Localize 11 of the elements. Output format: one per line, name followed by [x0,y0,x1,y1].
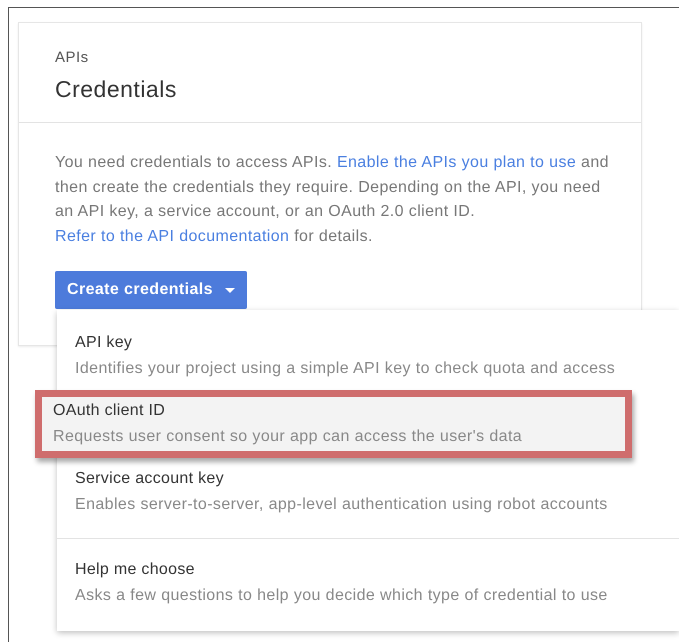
menu-item[interactable]: OAuth client ID Requests user consent so your app can access the user's data [42,397,625,451]
caret-icon [224,288,235,292]
text-link[interactable]: Enable the APIs you plan to use [336,154,576,171]
menu-item[interactable]: Service account key Enables server-to-server, app-level authentication using robot accounts [57,458,679,526]
page-title: Credentials [55,74,178,104]
text-link[interactable]: Refer to the API documentation [55,228,290,244]
menu-item[interactable]: Help me choose Asks a few questions to help you decide which type of credential to use [57,549,679,617]
description-text: You need credentials to access APIs. Enable the APIs you plan to use and then create the credentials they require. Depending on the API, you need an API key, a service account, or an OAuth 2.0 client ID. Refer to the API documentation for details. [54,153,610,246]
section-label: APIs [55,48,90,68]
create-credentials-button[interactable]: Create credentials [55,271,247,309]
menu-item[interactable]: API key Identifies your project using a simple API key to check quota and access [57,322,679,390]
